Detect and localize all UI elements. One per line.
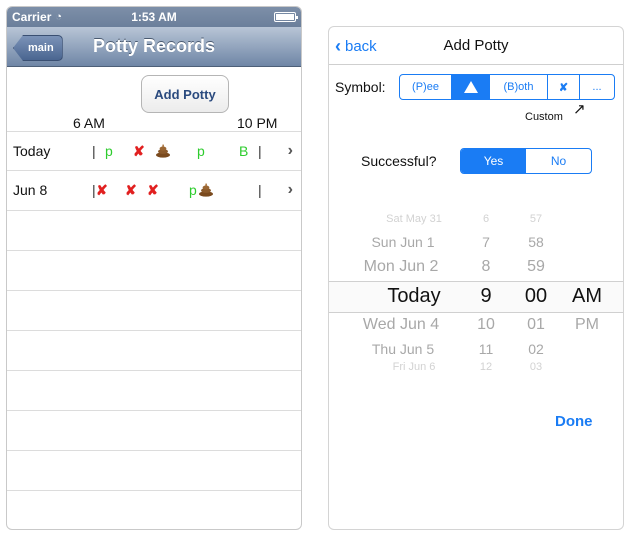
empty-row (7, 411, 301, 451)
page-title: Add Potty (443, 37, 509, 54)
picker-minute-cell: 59 (527, 258, 545, 275)
miss-mark: ✘ (133, 143, 145, 159)
timeline-end-label: 10 PM (237, 115, 278, 131)
status-bar: Carrier ◔ 1:53 AM (7, 7, 301, 27)
empty-row (7, 491, 301, 529)
back-button[interactable]: ‹ back (335, 36, 377, 57)
symbol-option-poop[interactable] (452, 75, 490, 99)
empty-row (7, 291, 301, 331)
symbol-option-pee[interactable]: (P)ee (400, 75, 452, 99)
timeline-end-bar: | (258, 143, 262, 159)
done-button[interactable]: Done (555, 413, 593, 430)
successful-segmented-control: Yes No (460, 148, 592, 174)
record-row-jun8[interactable]: Jun 8 | ✘ ✘ ✘ p | › (7, 171, 301, 211)
record-row-today[interactable]: Today | p ✘ p B | › (7, 131, 301, 171)
picker-minute-cell: 03 (529, 361, 543, 373)
picker-ampm-cell: PM (575, 316, 599, 333)
timeline-end-bar: | (258, 182, 262, 198)
picker-date-cell: Mon Jun 2 (363, 258, 439, 275)
chevron-right-icon: › (287, 181, 293, 198)
empty-row (7, 211, 301, 251)
picker-hour-cell: 10 (477, 316, 495, 333)
add-potty-screen: ‹ back Add Potty Symbol: (P)ee (B)oth ✘ … (328, 26, 624, 530)
miss-mark: ✘ (147, 182, 159, 198)
chevron-right-icon: › (287, 142, 293, 159)
date-time-picker[interactable]: Sat May 31 Sun Jun 1 Mon Jun 2 Today Wed… (329, 213, 623, 375)
picker-hour-cell: 7 (482, 234, 490, 250)
picker-date-cell: Wed Jun 4 (362, 316, 440, 333)
picker-minute-cell: 57 (529, 213, 543, 225)
empty-row (7, 371, 301, 411)
picker-date-cell: Thu Jun 5 (371, 341, 435, 357)
picker-date-selected[interactable]: Today (361, 285, 467, 308)
triangle-icon (463, 81, 478, 93)
timeline-start-label: 6 AM (73, 115, 105, 131)
both-mark: B (239, 143, 249, 159)
successful-label: Successful? (361, 153, 437, 169)
picker-hour-cell: 11 (478, 341, 494, 357)
carrier-label: Carrier (12, 10, 52, 24)
picker-minute-cell: 58 (528, 234, 544, 250)
row-date: Today (13, 143, 51, 159)
empty-row (7, 331, 301, 371)
back-label: back (345, 38, 377, 55)
custom-label: Custom (525, 111, 563, 123)
poop-icon (199, 183, 213, 197)
app-screenshot-pair: Carrier ◔ 1:53 AM main Potty Records Add… (0, 0, 632, 542)
pee-mark: p (197, 143, 205, 159)
records-list: Today | p ✘ p B | › Jun 8 | ✘ ✘ ✘ p | › (7, 131, 301, 529)
picker-hour-cell: 6 (482, 213, 490, 225)
picker-minute-cell: 01 (527, 316, 545, 333)
pee-mark: p (105, 143, 113, 159)
symbol-label: Symbol: (335, 79, 386, 95)
add-potty-button[interactable]: Add Potty (141, 75, 229, 113)
picker-minute-selected[interactable]: 00 (519, 285, 553, 308)
picker-date-cell: Fri Jun 6 (392, 361, 436, 373)
nav-bar: ‹ back Add Potty (329, 27, 623, 65)
timeline-start-bar: | (92, 143, 96, 159)
potty-records-screen: Carrier ◔ 1:53 AM main Potty Records Add… (6, 6, 302, 530)
picker-hour-cell: 12 (479, 361, 493, 373)
pee-mark: p (189, 182, 197, 198)
picker-hour-selected[interactable]: 9 (471, 285, 501, 308)
successful-no[interactable]: No (526, 149, 591, 173)
successful-yes[interactable]: Yes (461, 149, 526, 173)
symbol-option-miss[interactable]: ✘ (548, 75, 580, 99)
main-back-button[interactable]: main (13, 35, 63, 61)
picker-minute-cell: 02 (528, 341, 544, 357)
poop-icon (156, 144, 170, 158)
nav-bar: main Potty Records (7, 27, 301, 67)
picker-date-cell: Sun Jun 1 (371, 234, 435, 250)
picker-hour-cell: 8 (481, 258, 491, 275)
carrier-info: Carrier ◔ (12, 10, 62, 24)
chevron-left-icon: ‹ (335, 36, 341, 56)
empty-row (7, 451, 301, 491)
picker-ampm-selected[interactable]: AM (565, 285, 609, 308)
arrow-up-right-icon: ↗ (573, 101, 586, 118)
symbol-option-both[interactable]: (B)oth (490, 75, 548, 99)
symbol-option-custom[interactable]: ... (580, 75, 614, 99)
battery-icon (274, 12, 298, 22)
empty-row (7, 251, 301, 291)
miss-mark: ✘ (96, 182, 108, 198)
wifi-icon: ◔ (55, 11, 63, 23)
symbol-segmented-control: (P)ee (B)oth ✘ ... (399, 74, 615, 100)
row-date: Jun 8 (13, 182, 48, 198)
miss-mark: ✘ (125, 182, 137, 198)
picker-date-cell: Sat May 31 (386, 213, 442, 225)
